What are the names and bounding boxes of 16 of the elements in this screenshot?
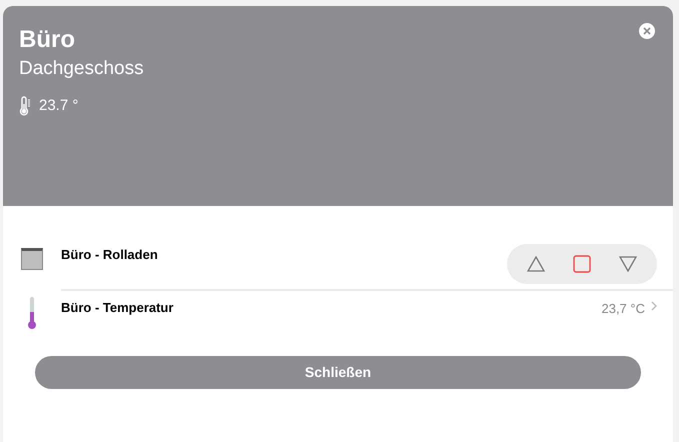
sensor-value: 23,7 °C — [601, 300, 645, 318]
thermometer-icon — [27, 296, 37, 330]
close-button[interactable] — [639, 23, 655, 39]
stop-square-icon — [573, 255, 591, 273]
shutter-icon — [21, 248, 43, 270]
up-triangle-icon — [527, 256, 545, 272]
thermometer-icon — [19, 96, 31, 116]
close-dialog-button[interactable]: Schließen — [35, 356, 641, 389]
device-label: Büro - Rolladen — [61, 246, 158, 264]
down-triangle-icon — [619, 256, 637, 272]
device-label: Büro - Temperatur — [61, 299, 174, 317]
temperature-reading: 23.7 ° — [39, 96, 78, 116]
room-title: Büro — [19, 26, 75, 54]
close-icon — [643, 27, 651, 35]
chevron-icon — [651, 301, 657, 311]
room-subtitle: Dachgeschoss — [19, 57, 144, 81]
